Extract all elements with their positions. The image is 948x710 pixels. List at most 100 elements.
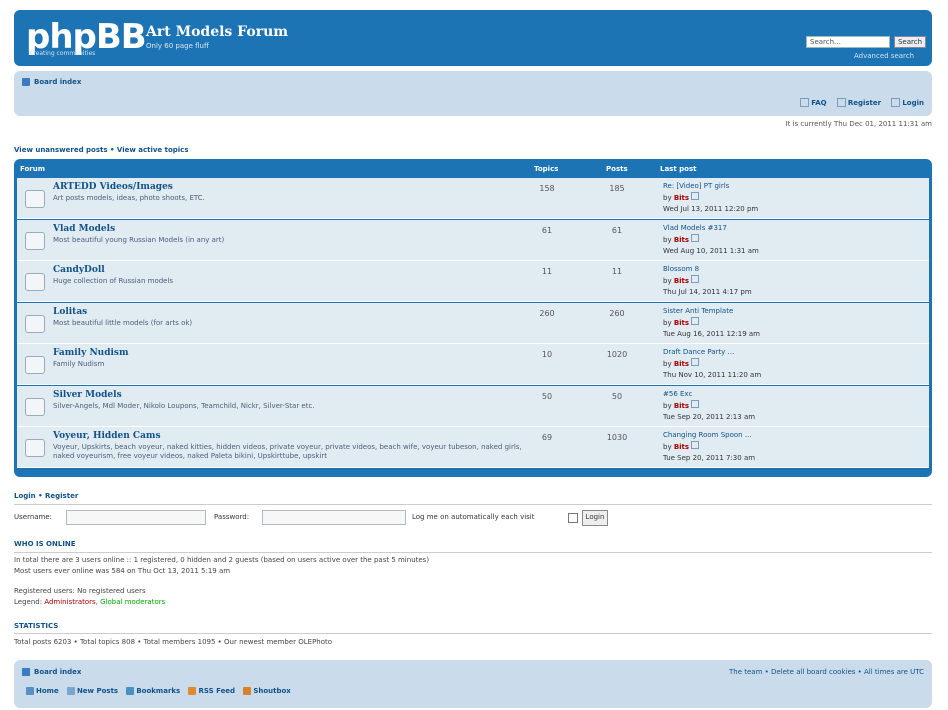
author-link[interactable]: Bits xyxy=(674,402,689,410)
forum-description: Family Nudism xyxy=(53,360,105,368)
last-post-title[interactable]: Draft Dance Party ... xyxy=(663,347,761,358)
forum-title[interactable]: Lolitas xyxy=(53,307,87,317)
legend-admins[interactable]: Administrators xyxy=(44,598,95,606)
posts-count: 61 xyxy=(611,225,623,235)
forum-title[interactable]: CandyDoll xyxy=(53,265,105,275)
forum-row[interactable]: Silver Models Silver-Angels, Mdl Moder, N… xyxy=(17,385,929,427)
last-post-date: Tue Sep 20, 2011 2:13 am xyxy=(663,412,756,421)
login-form: Username: Password: Log me on automatica… xyxy=(14,510,932,528)
login-button[interactable]: Login xyxy=(582,510,608,526)
last-post-author: by Bits xyxy=(663,316,760,329)
footer-bookmarks-link[interactable]: Bookmarks xyxy=(126,687,180,695)
new-posts-icon xyxy=(66,687,75,695)
footer-home-link[interactable]: Home xyxy=(26,687,59,695)
author-link[interactable]: Bits xyxy=(674,236,689,244)
unanswered-links[interactable]: View unanswered posts • View active topi… xyxy=(14,146,189,154)
last-post-author: by Bits xyxy=(663,233,759,246)
last-post-author: by Bits xyxy=(663,441,755,453)
advanced-search-link[interactable]: Advanced search xyxy=(854,52,914,60)
last-post-column-header: Last post xyxy=(660,165,697,173)
forum-row[interactable]: ARTEDD Videos/Images Art posts models, id… xyxy=(17,178,929,219)
password-field[interactable] xyxy=(262,510,406,525)
footer-breadcrumb[interactable]: Board index xyxy=(34,668,81,676)
forum-title[interactable]: Family Nudism xyxy=(53,348,129,358)
view-latest-post-icon[interactable] xyxy=(691,358,700,366)
house-icon xyxy=(26,687,34,695)
author-link[interactable]: Bits xyxy=(674,443,689,451)
search-input[interactable]: Search… xyxy=(806,36,890,48)
forum-row[interactable]: Voyeur, Hidden Cams Voyeur, Upskirts, bea… xyxy=(17,427,929,468)
last-post: #56 Exc by Bits Tue Sep 20, 2011 2:13 am xyxy=(663,389,755,423)
forum-read-icon xyxy=(25,397,45,416)
register-link[interactable]: Register xyxy=(836,98,881,107)
forum-row[interactable]: Lolitas Most beautiful little models (for… xyxy=(17,302,929,344)
breadcrumb[interactable]: Board index xyxy=(34,78,81,86)
last-post: Blossom 8 by Bits Thu Jul 14, 2011 4:17 p… xyxy=(663,264,752,298)
search-button[interactable]: Search xyxy=(894,36,926,48)
forum-description: Most beautiful little models (for arts o… xyxy=(53,318,193,327)
home-icon xyxy=(22,668,30,676)
login-icon xyxy=(891,98,901,107)
login-title[interactable]: Login • Register xyxy=(14,492,78,500)
view-latest-post-icon[interactable] xyxy=(691,192,700,200)
footer-links[interactable]: The team • Delete all board cookies • Al… xyxy=(729,668,924,676)
view-latest-post-icon[interactable] xyxy=(691,275,700,283)
last-post-date: Tue Sep 20, 2011 7:30 am xyxy=(663,454,756,462)
last-post-author: by Bits xyxy=(663,399,755,412)
forum-description: Silver-Angels, Mdl Moder, Nikolo Loupons… xyxy=(53,401,315,410)
posts-column-header: Posts xyxy=(606,165,628,173)
author-link[interactable]: Bits xyxy=(674,319,689,327)
home-icon xyxy=(22,78,30,86)
last-post-title[interactable]: Blossom 8 xyxy=(663,264,752,275)
footer-new-posts-link[interactable]: New Posts xyxy=(66,687,118,695)
registered-users: Registered users: No registered users xyxy=(14,587,146,595)
legend-moderators[interactable]: Global moderators xyxy=(100,598,165,606)
forum-description: Most beautiful young Russian Models (in … xyxy=(53,235,225,244)
forum-row[interactable]: CandyDoll Huge collection of Russian mode… xyxy=(17,261,929,302)
footer-shoutbox-link[interactable]: Shoutbox xyxy=(243,687,291,695)
author-link[interactable]: Bits xyxy=(674,360,689,368)
footer-navbar: Board index The team • Delete all board … xyxy=(14,660,932,708)
last-post-date: Thu Nov 10, 2011 11:20 am xyxy=(663,371,762,379)
view-latest-post-icon[interactable] xyxy=(691,399,700,408)
forum-row[interactable]: Family Nudism Family Nudism 10 1020 Draft Da… xyxy=(17,344,929,385)
forum-title[interactable]: ARTEDD Videos/Images xyxy=(53,182,173,192)
last-post: Changing Room Spoon ... by Bits Tue Sep 2… xyxy=(663,430,755,464)
divider xyxy=(14,504,932,505)
view-latest-post-icon[interactable] xyxy=(691,441,700,449)
logo-tagline: creating communities xyxy=(30,50,96,57)
nav-links: FAQ Register Login xyxy=(792,98,924,107)
legend: Legend: Administrators, Global moderator… xyxy=(14,598,166,606)
forum-title[interactable]: Voyeur, Hidden Cams xyxy=(53,431,161,441)
last-post-title[interactable]: Re: [Video] PT girls xyxy=(663,181,758,192)
footer-rss-link[interactable]: RSS Feed xyxy=(188,687,235,695)
site-title: Art Models Forum xyxy=(146,24,289,40)
bookmarks-icon xyxy=(126,687,135,695)
faq-icon xyxy=(800,98,810,107)
site-header: phpBB creating communities Art Models Fo… xyxy=(14,10,932,66)
last-post-date: Wed Aug 10, 2011 1:31 am xyxy=(663,246,759,255)
password-label: Password: xyxy=(214,513,250,521)
forum-table-header: Forum Topics Posts Last post xyxy=(14,159,932,177)
last-post-title[interactable]: Sister Anti Template xyxy=(663,306,760,317)
forum-row[interactable]: Vlad Models Most beautiful young Russian … xyxy=(17,219,929,261)
view-latest-post-icon[interactable] xyxy=(691,233,700,242)
last-post-title[interactable]: #56 Exc xyxy=(663,389,755,400)
username-field[interactable] xyxy=(66,510,206,525)
forum-title[interactable]: Silver Models xyxy=(53,390,122,400)
statistics-title: STATISTICS xyxy=(14,622,59,630)
forum-description: Voyeur, Upskirts, beach voyeur, naked ki… xyxy=(53,443,522,460)
login-link[interactable]: Login xyxy=(891,98,924,107)
author-link[interactable]: Bits xyxy=(674,194,689,202)
posts-count: 1030 xyxy=(606,433,628,442)
remember-checkbox[interactable] xyxy=(568,513,578,523)
forum-title[interactable]: Vlad Models xyxy=(53,224,115,234)
forum-description: Art posts models, ideas, photo shoots, E… xyxy=(53,194,205,202)
divider xyxy=(14,552,932,553)
faq-link[interactable]: FAQ xyxy=(800,98,827,107)
last-post-title[interactable]: Vlad Models #317 xyxy=(663,223,759,234)
view-latest-post-icon[interactable] xyxy=(691,316,700,325)
author-link[interactable]: Bits xyxy=(674,277,689,285)
last-post-title[interactable]: Changing Room Spoon ... xyxy=(663,430,755,441)
current-datetime: It is currently Thu Dec 01, 2011 11:31 a… xyxy=(785,120,932,128)
